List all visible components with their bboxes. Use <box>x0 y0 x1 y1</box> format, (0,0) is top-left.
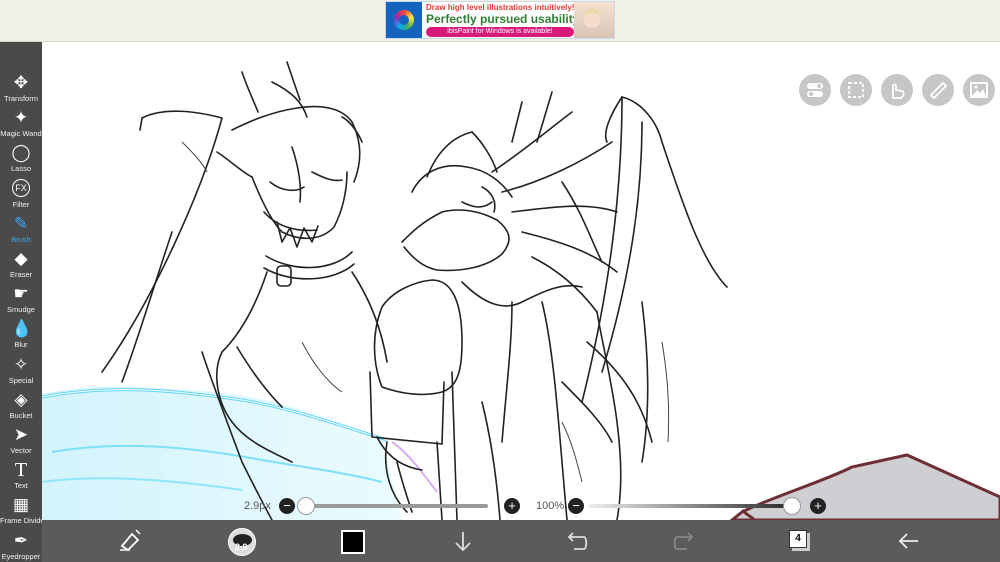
undo-button[interactable] <box>554 520 596 562</box>
sketch-artwork <box>42 61 1000 520</box>
tool-label: Bucket <box>9 410 33 420</box>
magic-wand-icon: ✦ <box>13 108 29 128</box>
tool-frame-divider[interactable]: ▦ Frame Divider <box>0 493 48 528</box>
special-pen-icon: ✧ <box>13 354 29 374</box>
eraser-icon: ◆ <box>14 249 28 268</box>
droplet-icon: 💧 <box>11 319 33 339</box>
drawing-canvas[interactable] <box>42 42 1000 520</box>
tool-filter[interactable]: FX Filter <box>0 177 42 212</box>
tool-special[interactable]: ✧ Special <box>0 353 42 388</box>
opacity-readout: 100% <box>536 500 565 512</box>
opacity-increase-button[interactable]: + <box>810 498 826 514</box>
tool-label: Blur <box>14 340 28 350</box>
tool-vector[interactable]: ➤ Vector <box>0 423 42 458</box>
tool-label: Filter <box>12 199 30 209</box>
tool-lasso[interactable]: ◯ Lasso <box>0 141 42 176</box>
image-icon <box>970 82 988 98</box>
hand-button[interactable] <box>881 74 913 106</box>
opacity-slider-thumb[interactable] <box>783 497 801 515</box>
tool-label: Magic Wand <box>0 129 42 139</box>
tool-label: Vector <box>10 446 32 455</box>
toggle-icon <box>807 83 823 97</box>
brush-size-slider-thumb[interactable] <box>296 497 315 515</box>
color-swatch-button[interactable] <box>341 530 365 554</box>
brush-size-increase-button[interactable]: + <box>504 498 520 514</box>
brush-size-readout: 2.9px <box>244 500 271 512</box>
redo-button[interactable] <box>665 520 707 562</box>
ad-bar: Draw high level illustrations intuitivel… <box>0 0 1000 42</box>
tool-label: Lasso <box>10 164 31 174</box>
ad-cta: ibisPaint for Windows is available! <box>426 27 574 37</box>
redo-icon <box>673 532 694 550</box>
tool-label: Smudge <box>7 305 35 315</box>
brush-preview-size: 2.9 <box>235 542 248 552</box>
ibispaint-app: Draw high level illustrations intuitivel… <box>0 0 1000 562</box>
hand-icon <box>892 83 905 99</box>
opacity-decrease-button[interactable]: − <box>568 498 584 514</box>
tool-switch-button[interactable] <box>110 520 152 562</box>
tool-bucket[interactable]: ◈ Bucket <box>0 388 42 423</box>
cursor-arrow-icon: ➤ <box>13 425 29 444</box>
arrow-down-icon <box>455 532 471 552</box>
tool-label: Frame Divider <box>0 516 48 526</box>
brush-size-slider-track[interactable] <box>298 504 488 508</box>
tool-label: Text <box>14 481 28 491</box>
tool-brush[interactable]: ✎ Brush <box>0 212 42 247</box>
color-wheel-icon <box>394 10 414 30</box>
ad-banner[interactable]: Draw high level illustrations intuitivel… <box>385 1 615 39</box>
fx-icon: FX <box>12 178 30 197</box>
tool-label: Eyedropper <box>1 551 41 561</box>
tool-sidebar: ✥ Transform ✦ Magic Wand ◯ Lasso FX Filter ✎ Brus… <box>0 42 48 562</box>
eyedropper-icon: ✒ <box>13 530 29 550</box>
tool-magic-wand[interactable]: ✦ Magic Wand <box>0 106 42 141</box>
tool-blur[interactable]: 💧 Blur <box>0 317 42 352</box>
undo-icon <box>567 532 588 550</box>
move-down-button[interactable] <box>442 520 484 562</box>
tool-eraser[interactable]: ◆ Eraser <box>0 247 42 282</box>
arrow-left-icon <box>898 533 918 549</box>
opacity-slider-track[interactable] <box>588 504 800 508</box>
ruler-icon <box>929 81 948 100</box>
layers-button[interactable]: 4 <box>789 530 807 548</box>
brush-preview-button[interactable]: 2.9 <box>228 528 256 556</box>
reference-image-button[interactable] <box>963 74 995 106</box>
text-t-icon: T <box>14 459 28 482</box>
lasso-icon: ◯ <box>11 143 31 163</box>
ad-headline-top: Draw high level illustrations intuitivel… <box>426 3 575 12</box>
tool-label: Eraser <box>9 270 33 279</box>
tool-text[interactable]: T Text <box>0 458 42 493</box>
back-button[interactable] <box>888 520 930 562</box>
selection-button[interactable] <box>840 74 872 106</box>
toggle-button[interactable] <box>799 74 831 106</box>
ad-headline: Perfectly pursued usability! <box>426 12 584 26</box>
frame-divider-icon: ▦ <box>12 495 30 515</box>
ibispaint-logo <box>386 2 422 38</box>
eraser-swap-icon <box>120 529 141 552</box>
move-arrows-icon: ✥ <box>13 73 29 92</box>
tool-smudge[interactable]: ☛ Smudge <box>0 282 42 317</box>
brush-size-decrease-button[interactable]: − <box>279 498 295 514</box>
tool-eyedropper[interactable]: ✒ Eyedropper <box>0 529 42 562</box>
brush-icon: ✎ <box>13 213 29 233</box>
bottom-toolbar: 2.9 4 <box>42 520 1000 562</box>
tool-label: Special <box>8 375 34 385</box>
bucket-icon: ◈ <box>14 389 28 409</box>
tool-transform[interactable]: ✥ Transform <box>0 71 42 106</box>
selection-icon <box>848 82 864 98</box>
smudge-icon: ☛ <box>13 284 29 304</box>
tool-label: Brush <box>11 234 31 244</box>
ruler-button[interactable] <box>922 74 954 106</box>
ad-character-image <box>574 2 614 38</box>
tool-label: Transform <box>4 94 38 103</box>
